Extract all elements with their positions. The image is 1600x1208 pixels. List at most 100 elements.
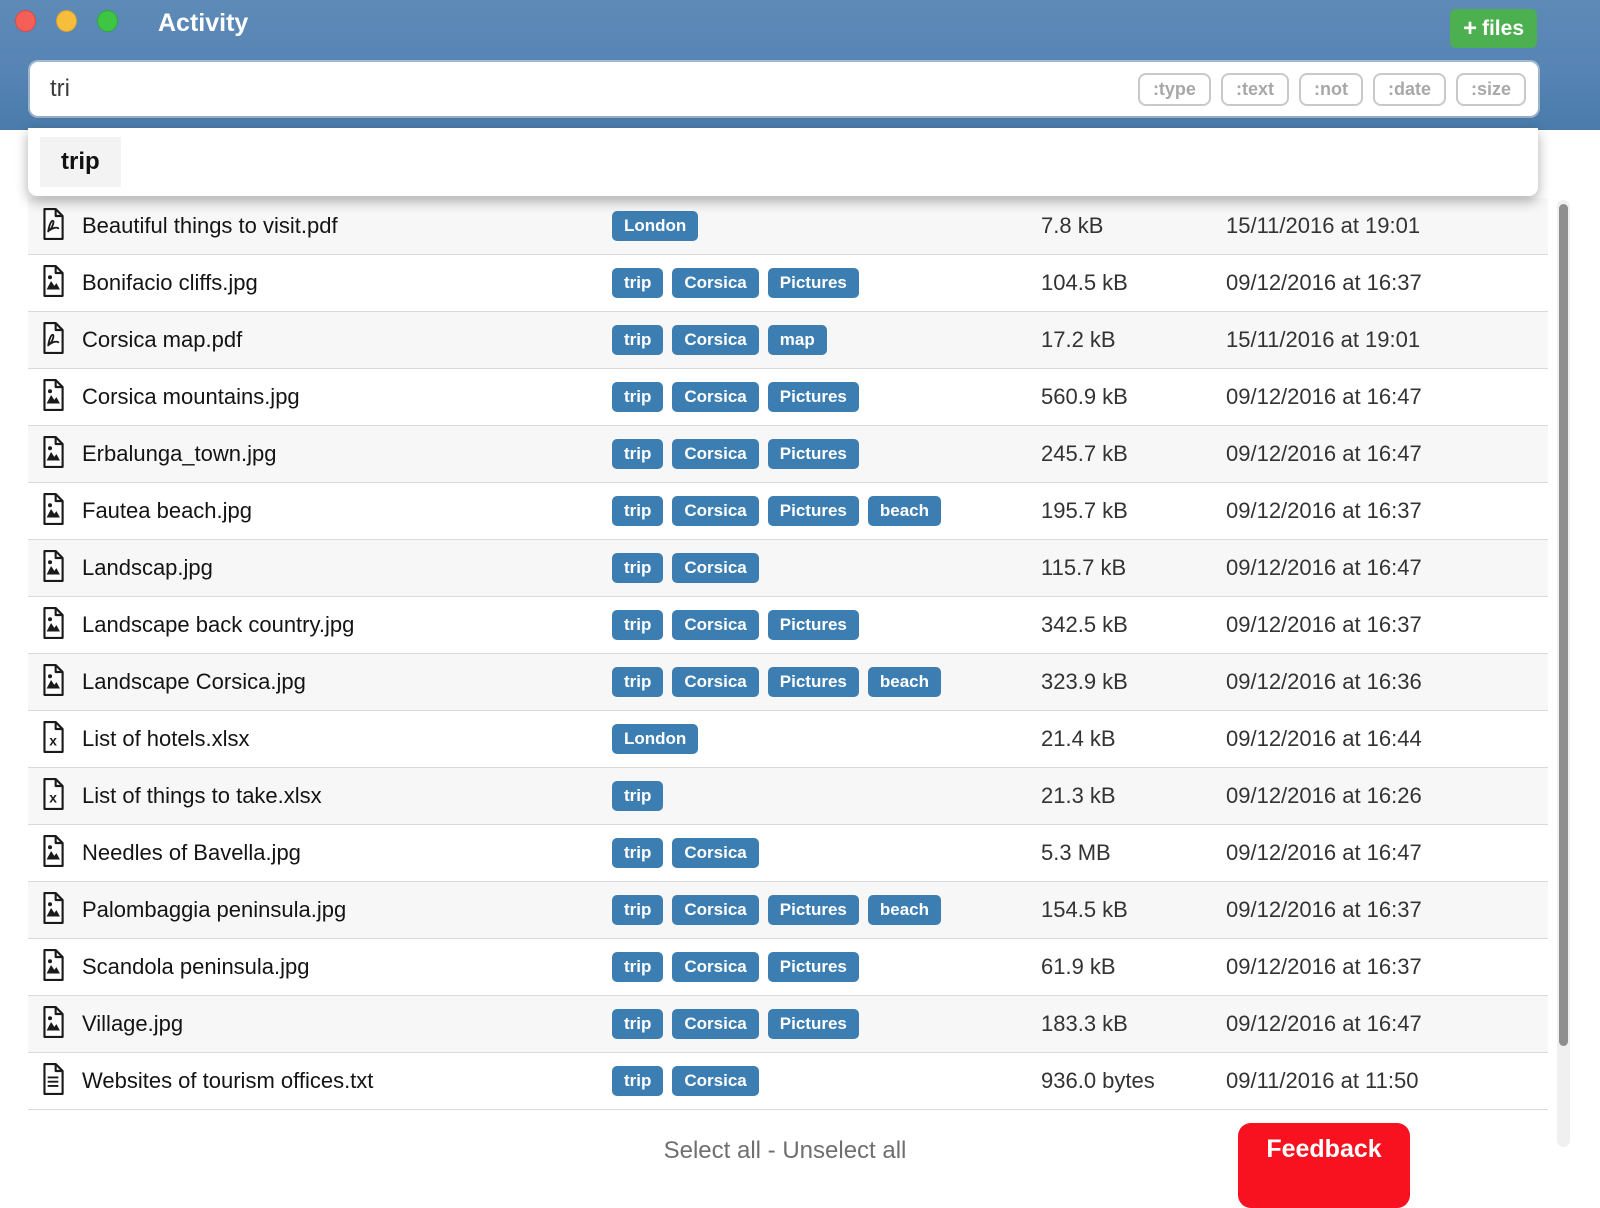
zoom-window-button[interactable] [97, 10, 118, 32]
file-row[interactable]: Bonifacio cliffs.jpgtripCorsicaPictures1… [28, 255, 1548, 312]
tag-badge[interactable]: trip [612, 553, 663, 583]
scrollbar-track[interactable] [1557, 200, 1570, 1147]
tag-badge[interactable]: trip [612, 496, 663, 526]
tag-badge[interactable]: trip [612, 838, 663, 868]
tag-badge[interactable]: Pictures [768, 667, 859, 697]
file-icon-cell [28, 493, 82, 530]
tag-badge[interactable]: trip [612, 1009, 663, 1039]
svg-text:x: x [49, 789, 57, 805]
file-name: Landscape Corsica.jpg [82, 669, 612, 695]
image-file-icon [40, 550, 66, 587]
file-row[interactable]: Landscape back country.jpgtripCorsicaPic… [28, 597, 1548, 654]
tag-badge[interactable]: Corsica [672, 667, 758, 697]
file-icon-cell [28, 835, 82, 872]
tag-badge[interactable]: Pictures [768, 268, 859, 298]
tag-badge[interactable]: Corsica [672, 952, 758, 982]
image-file-icon [40, 892, 66, 929]
minimize-window-button[interactable] [56, 10, 77, 32]
filter-not-button[interactable]: :not [1299, 73, 1363, 106]
filter-size-button[interactable]: :size [1456, 73, 1526, 106]
filter-date-button[interactable]: :date [1373, 73, 1446, 106]
tag-badge[interactable]: Pictures [768, 895, 859, 925]
file-row[interactable]: Landscape Corsica.jpgtrip Corsica Pictures… [28, 654, 1548, 711]
close-window-button[interactable] [15, 10, 36, 32]
tag-badge[interactable]: Corsica [672, 439, 758, 469]
tag-badge[interactable]: trip [612, 325, 663, 355]
tag-badge[interactable]: Corsica [672, 838, 758, 868]
tag-badge[interactable]: Pictures [768, 439, 859, 469]
tag-badge[interactable]: beach [868, 895, 941, 925]
tag-badge[interactable]: Pictures [768, 952, 859, 982]
file-row[interactable]: Corsica map.pdftripCorsicamap17.2 kB15/1… [28, 312, 1548, 369]
search-input[interactable] [30, 75, 1138, 103]
pdf-file-icon [40, 322, 66, 359]
file-row[interactable]: xList of things to take.xlsxtrip21.3 kB0… [28, 768, 1548, 825]
file-date: 09/12/2016 at 16:47 [1218, 441, 1548, 467]
tag-badge[interactable]: London [612, 211, 698, 241]
tag-badge[interactable]: trip [612, 382, 663, 412]
file-name: Scandola peninsula.jpg [82, 954, 612, 980]
tag-badge[interactable]: London [612, 724, 698, 754]
tag-badge[interactable]: Corsica [672, 895, 758, 925]
scrollbar-thumb[interactable] [1559, 204, 1568, 1046]
tag-badge[interactable]: map [768, 325, 827, 355]
file-tags: trip Corsica Pictures [612, 439, 1032, 469]
tag-badge[interactable]: trip [612, 268, 663, 298]
tag-badge[interactable]: trip [612, 1066, 663, 1096]
file-tags: trip Corsica [612, 1066, 1032, 1096]
suggestion-item-trip[interactable]: trip [40, 137, 121, 187]
tag-badge[interactable]: Corsica [672, 325, 758, 355]
file-list: Beautiful things to visit.pdfLondon7.8 k… [28, 198, 1548, 1110]
tag-badge[interactable]: Corsica [672, 1066, 758, 1096]
file-date: 09/12/2016 at 16:47 [1218, 1011, 1548, 1037]
tag-badge[interactable]: Corsica [672, 496, 758, 526]
add-files-button[interactable]: + files [1450, 9, 1537, 48]
tag-badge[interactable]: Pictures [768, 1009, 859, 1039]
filter-text-button[interactable]: :text [1221, 73, 1289, 106]
file-row[interactable]: Landscap.jpgtripCorsica115.7 kB09/12/201… [28, 540, 1548, 597]
tag-badge[interactable]: Corsica [672, 1009, 758, 1039]
file-row[interactable]: xList of hotels.xlsxLondon21.4 kB09/12/2… [28, 711, 1548, 768]
tag-badge[interactable]: Pictures [768, 382, 859, 412]
tag-badge[interactable]: trip [612, 439, 663, 469]
file-row[interactable]: Websites of tourism offices.txttripCorsi… [28, 1053, 1548, 1110]
tag-badge[interactable]: Corsica [672, 268, 758, 298]
tag-badge[interactable]: trip [612, 952, 663, 982]
file-icon-cell [28, 892, 82, 929]
feedback-button[interactable]: Feedback [1238, 1123, 1410, 1208]
file-row[interactable]: Beautiful things to visit.pdfLondon7.8 k… [28, 198, 1548, 255]
tag-badge[interactable]: beach [868, 496, 941, 526]
select-all-link[interactable]: Select all [664, 1137, 761, 1164]
file-row[interactable]: Needles of Bavella.jpgtripCorsica5.3 MB0… [28, 825, 1548, 882]
tag-badge[interactable]: trip [612, 781, 663, 811]
tag-badge[interactable]: beach [868, 667, 941, 697]
tag-badge[interactable]: Corsica [672, 610, 758, 640]
tag-badge[interactable]: trip [612, 610, 663, 640]
filter-type-button[interactable]: :type [1138, 73, 1211, 106]
file-row[interactable]: Erbalunga_town.jpgtripCorsicaPictures245… [28, 426, 1548, 483]
image-file-icon [40, 265, 66, 302]
file-size: 61.9 kB [1032, 954, 1218, 980]
file-date: 09/12/2016 at 16:37 [1218, 498, 1548, 524]
file-tags: trip Corsica [612, 838, 1032, 868]
image-file-icon [40, 664, 66, 701]
file-size: 936.0 bytes [1032, 1068, 1218, 1094]
file-icon-cell [28, 550, 82, 587]
file-icon-cell [28, 607, 82, 644]
file-name: Erbalunga_town.jpg [82, 441, 612, 467]
tag-badge[interactable]: trip [612, 667, 663, 697]
file-row[interactable]: Palombaggia peninsula.jpgtripCorsicaPict… [28, 882, 1548, 939]
file-row[interactable]: Village.jpgtripCorsicaPictures183.3 kB09… [28, 996, 1548, 1053]
file-row[interactable]: Scandola peninsula.jpgtrip Corsica Picture… [28, 939, 1548, 996]
image-file-icon [40, 379, 66, 416]
tag-badge[interactable]: Pictures [768, 610, 859, 640]
tag-badge[interactable]: Corsica [672, 553, 758, 583]
tag-badge[interactable]: trip [612, 895, 663, 925]
tag-badge[interactable]: Corsica [672, 382, 758, 412]
file-row[interactable]: Fautea beach.jpgtripCorsicaPicturesbeach… [28, 483, 1548, 540]
unselect-all-link[interactable]: Unselect all [782, 1137, 906, 1164]
file-tags: London [612, 724, 1032, 754]
window-title: Activity [158, 9, 248, 38]
tag-badge[interactable]: Pictures [768, 496, 859, 526]
file-row[interactable]: Corsica mountains.jpgtripCorsicaPictures… [28, 369, 1548, 426]
